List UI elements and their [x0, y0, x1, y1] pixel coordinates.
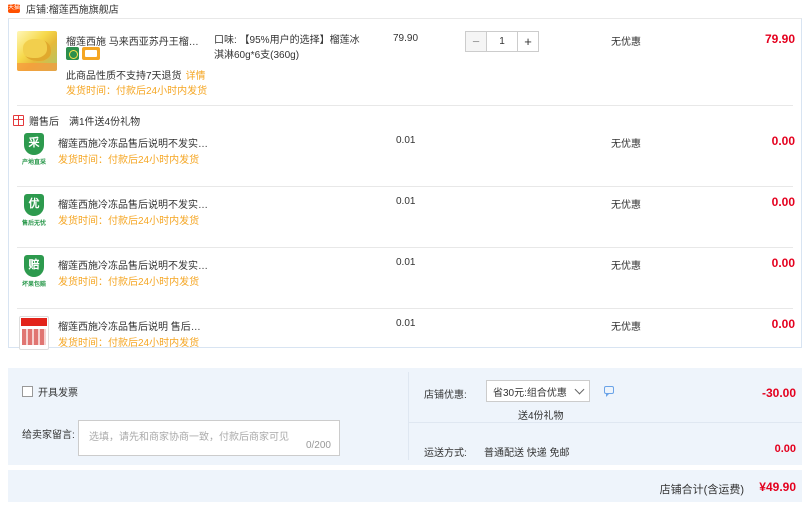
tmall-badge-icon: 天猫 — [8, 3, 21, 13]
seller-note-placeholder: 选填，请先和商家协商一致，付款后商家可见 — [89, 432, 289, 443]
gift-item-row: 优 售后无忧 榴莲西施冷冻品售后说明不发实… 发货时间：付款后24小时内发货 0… — [9, 188, 801, 249]
shop-discount-label: 店铺优惠: — [424, 390, 467, 401]
divider — [17, 308, 793, 309]
quantity-stepper: − 1 + — [465, 31, 539, 52]
gift-unit-price: 0.01 — [396, 196, 416, 207]
gift-discount: 无优惠 — [611, 261, 641, 272]
gift-header: 赠售后 满1件送4份礼物 — [13, 113, 141, 128]
after-sales-card-thumbnail[interactable] — [19, 316, 49, 350]
shop-discount-amount: -30.00 — [761, 386, 796, 400]
invoice-checkbox[interactable] — [22, 386, 33, 397]
gift-subtotal: 0.00 — [771, 195, 795, 209]
gift-discount: 无优惠 — [611, 139, 641, 150]
gift-subtotal: 0.00 — [771, 256, 795, 270]
gift-summary: 送4份礼物 — [518, 411, 564, 422]
chevron-down-icon — [574, 384, 585, 395]
gift-unit-price: 0.01 — [396, 318, 416, 329]
seal-caption: 坏果包赔 — [21, 282, 46, 288]
gift-desc: 满1件送4份礼物 — [69, 116, 141, 128]
gift-icon — [13, 114, 24, 126]
gift-discount: 无优惠 — [611, 200, 641, 211]
invoice-option[interactable]: 开具发票 — [22, 384, 78, 399]
shop-name-link[interactable]: 榴莲西施旗舰店 — [49, 1, 119, 16]
seller-note-label: 给卖家留言: — [22, 430, 75, 441]
chat-icon[interactable] — [604, 386, 614, 397]
gift-unit-price: 0.01 — [396, 135, 416, 146]
order-items: 榴莲西施 马来西亚苏丹王榴莲… 此商品性质不支持7天退货 详情 发货时间：付款后2… — [8, 18, 802, 350]
divider — [17, 186, 793, 187]
compensation-seal-icon[interactable]: 赔 坏果包赔 — [19, 255, 49, 289]
invoice-label: 开具发票 — [38, 388, 78, 399]
gift-item-row: 赔 坏果包赔 榴莲西施冷冻品售后说明不发实… 发货时间：付款后24小时内发货 0… — [9, 249, 801, 310]
product-title-link[interactable]: 榴莲西施 马来西亚苏丹王榴莲… — [66, 33, 206, 48]
shop-discount-selected: 省30元:组合优惠 — [493, 387, 567, 399]
gift-subtotal: 0.00 — [771, 134, 795, 148]
gift-item-row: 采 产地直采 榴莲西施冷冻品售后说明不发实… 发货时间：付款后24小时内发货 0… — [9, 127, 801, 188]
service-badge-icon[interactable] — [66, 47, 79, 60]
main-item-row: 榴莲西施 马来西亚苏丹王榴莲… 此商品性质不支持7天退货 详情 发货时间：付款后2… — [9, 19, 801, 101]
gift-discount: 无优惠 — [611, 322, 641, 333]
gift-shipping-time: 发货时间：付款后24小时内发货 — [58, 277, 200, 288]
divider — [17, 247, 793, 248]
shipping-method-label: 运送方式: — [424, 448, 467, 459]
return-policy-text: 此商品性质不支持7天退货 — [66, 71, 182, 82]
gift-unit-price: 0.01 — [396, 257, 416, 268]
seller-note-field[interactable]: 选填，请先和商家协商一致，付款后商家可见 0/200 — [78, 420, 340, 456]
origin-seal-icon[interactable]: 采 产地直采 — [19, 133, 49, 167]
gift-label: 赠售后 — [29, 116, 59, 128]
seal-glyph: 采 — [24, 133, 44, 155]
shipping-fee: 0.00 — [774, 443, 796, 455]
quantity-minus-button[interactable]: − — [465, 31, 487, 52]
char-counter: 0/200 — [305, 440, 331, 451]
shop-label: 店铺: — [26, 4, 49, 16]
gift-subtotal: 0.00 — [771, 317, 795, 331]
quantity-plus-button[interactable]: + — [517, 31, 539, 52]
gift-item-title-link[interactable]: 榴莲西施冷冻品售后说明不发实… — [58, 257, 208, 272]
service-badges — [66, 47, 100, 60]
worry-free-seal-icon[interactable]: 优 售后无忧 — [19, 194, 49, 228]
seal-caption: 售后无忧 — [21, 221, 46, 227]
card-badge-icon[interactable] — [82, 47, 100, 60]
item-subtotal: 79.90 — [764, 32, 795, 46]
product-flavor: 口味: 【95%用户的选择】榴莲冰淇淋60g*6支(360g) — [214, 35, 360, 61]
order-options-panel: 开具发票 给卖家留言: 选填，请先和商家协商一致，付款后商家可见 0/200 店… — [8, 368, 802, 465]
divider — [408, 372, 409, 460]
gift-shipping-time: 发货时间：付款后24小时内发货 — [58, 216, 200, 227]
gift-item-row: 榴莲西施冷冻品售后说明 售后… 发货时间：付款后24小时内发货 0.01 无优惠… — [9, 310, 801, 371]
gift-shipping-time: 发货时间：付款后24小时内发货 — [58, 338, 200, 349]
seal-glyph: 优 — [24, 194, 44, 216]
shop-total-amount: ¥49.90 — [759, 480, 796, 494]
detail-link[interactable]: 详情 — [186, 71, 206, 82]
seal-caption: 产地直采 — [21, 160, 46, 166]
product-thumbnail[interactable] — [17, 31, 57, 71]
divider — [17, 105, 793, 106]
seal-glyph: 赔 — [24, 255, 44, 277]
quantity-input[interactable]: 1 — [487, 31, 517, 52]
gift-item-title-link[interactable]: 榴莲西施冷冻品售后说明不发实… — [58, 196, 208, 211]
shipping-method-value: 普通配送 快递 免邮 — [484, 448, 570, 459]
shop-total-label: 店铺合计(含运费) — [659, 484, 744, 496]
gift-item-title-link[interactable]: 榴莲西施冷冻品售后说明 售后… — [58, 318, 201, 333]
divider — [408, 422, 802, 423]
return-policy-note: 此商品性质不支持7天退货 详情 — [66, 67, 206, 82]
shop-discount-select[interactable]: 省30元:组合优惠 — [486, 380, 590, 402]
gift-shipping-time: 发货时间：付款后24小时内发货 — [58, 155, 200, 166]
unit-price: 79.90 — [393, 33, 419, 44]
item-discount: 无优惠 — [611, 37, 641, 48]
shipping-time: 发货时间：付款后24小时内发货 — [66, 86, 208, 97]
gift-item-title-link[interactable]: 榴莲西施冷冻品售后说明不发实… — [58, 135, 208, 150]
shop-total-row: 店铺合计(含运费) ¥49.90 — [8, 470, 802, 502]
shop-header: 天猫 店铺: 榴莲西施旗舰店 — [0, 0, 810, 16]
